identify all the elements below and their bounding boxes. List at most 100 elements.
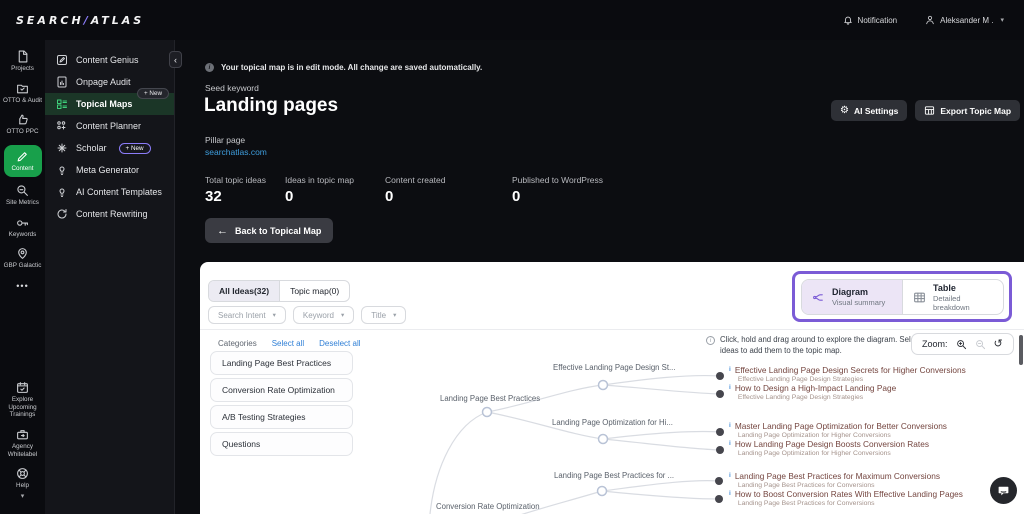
stats-row: Total topic ideas 32 Ideas in topic map … (205, 175, 603, 205)
categories-label: Categories (218, 339, 257, 348)
category-pill[interactable]: Conversion Rate Optimization (210, 378, 353, 402)
idea-item[interactable]: i Effective Landing Page Design Secrets … (729, 365, 966, 383)
help-lifebuoy-icon (16, 467, 29, 480)
left-arrow-icon: ← (217, 225, 228, 237)
stat-total-topic-ideas: Total topic ideas 32 (205, 175, 285, 205)
grid-icon (56, 98, 68, 110)
map-pin-icon (16, 247, 29, 260)
document-chart-icon (56, 76, 68, 88)
user-name: Aleksander M . (940, 16, 993, 25)
sidebar-item-content-rewriting[interactable]: Content Rewriting (45, 203, 174, 225)
info-icon: i (729, 440, 731, 457)
zoom-controls: Zoom: ↺ (911, 333, 1014, 355)
key-icon (16, 216, 29, 229)
tab-all-ideas[interactable]: All Ideas(32) (209, 281, 280, 301)
user-menu[interactable]: Aleksander M . ▾ (925, 15, 1004, 25)
sidebar-item-content-planner[interactable]: Content Planner (45, 115, 174, 137)
pillar-page-link[interactable]: searchatlas.com (205, 147, 267, 157)
zoom-in-button[interactable] (956, 339, 967, 350)
search-intent-filter[interactable]: Search Intent ▾ (208, 306, 286, 324)
keyword-filter[interactable]: Keyword ▾ (293, 306, 354, 324)
sparkle-icon (56, 142, 68, 154)
caret-down-icon: ▾ (393, 311, 396, 319)
pencil-icon (16, 150, 29, 163)
calendar-icon (16, 381, 29, 394)
searchatlas-logo[interactable]: SEARCH/ATLAS (16, 14, 144, 27)
icon-rail: Projects OTTO & Audit OTTO PPC Content S… (0, 40, 45, 514)
sidebar-item-scholar[interactable]: Scholar + New (45, 137, 174, 159)
node-label[interactable]: Effective Landing Page Design St... (553, 363, 676, 372)
export-table-icon (924, 105, 935, 116)
node-label[interactable]: Conversion Rate Optimization (436, 502, 540, 511)
chat-bubble-icon (997, 484, 1010, 497)
stat-published-wordpress: Published to WordPress 0 (512, 175, 603, 205)
zoom-reset-button[interactable]: ↺ (994, 339, 1003, 350)
idea-item[interactable]: i How to Boost Conversion Rates With Eff… (729, 489, 963, 507)
rail-item-otto-audit[interactable]: OTTO & Audit (2, 82, 44, 105)
deselect-all-link[interactable]: Deselect all (319, 339, 360, 348)
top-bar: SEARCH/ATLAS Notification Aleksander M .… (0, 0, 1024, 40)
node-label[interactable]: Landing Page Best Practices for ... (554, 471, 674, 480)
sidebar-item-topical-maps[interactable]: Topical Maps + New (45, 93, 174, 115)
diagram-view-button[interactable]: Diagram Visual summary (802, 280, 902, 314)
idea-item[interactable]: i How to Design a High-Impact Landing Pa… (729, 383, 896, 401)
tab-topic-map[interactable]: Topic map(0) (280, 281, 349, 301)
ai-settings-button[interactable]: ⚙ AI Settings (831, 100, 907, 121)
logo-slash-icon: / (84, 14, 91, 27)
logo-text-atlas: ATLAS (91, 14, 144, 27)
ideas-panel: All Ideas(32) Topic map(0) Search Intent… (200, 262, 1024, 514)
diagram-instruction: i Click, hold and drag around to explore… (706, 335, 940, 356)
sidebar-item-ai-content-templates[interactable]: AI Content Templates (45, 181, 174, 203)
back-to-topical-map-button[interactable]: ← Back to Topical Map (205, 218, 333, 243)
pillar-page-label: Pillar page (205, 135, 245, 145)
category-pill[interactable]: Landing Page Best Practices (210, 351, 353, 375)
seed-keyword-label: Seed keyword (205, 83, 259, 93)
diagram-tree-icon (812, 291, 825, 304)
rail-item-help[interactable]: Help ▾ (2, 467, 44, 501)
rail-item-site-metrics[interactable]: Site Metrics (2, 184, 44, 207)
category-pill[interactable]: A/B Testing Strategies (210, 405, 353, 429)
vertical-scrollbar[interactable] (1019, 335, 1023, 365)
node-label[interactable]: Landing Page Best Practices (440, 394, 540, 403)
sidebar-item-meta-generator[interactable]: Meta Generator (45, 159, 174, 181)
rail-item-keywords[interactable]: Keywords (2, 216, 44, 239)
notice-text: Your topical map is in edit mode. All ch… (221, 63, 482, 72)
app-window: SEARCH/ATLAS Notification Aleksander M .… (0, 0, 1024, 514)
zoom-out-button[interactable] (975, 339, 986, 350)
new-badge: + New (119, 143, 151, 154)
idea-item[interactable]: i Landing Page Best Practices for Maximu… (729, 471, 940, 489)
lightbulb-icon (56, 164, 68, 176)
grid-plus-icon (56, 120, 68, 132)
table-view-button[interactable]: Table Detailed breakdown (902, 280, 1003, 314)
idea-item[interactable]: i Master Landing Page Optimization for B… (729, 421, 947, 439)
rail-item-content[interactable]: Content (4, 145, 42, 178)
rail-item-gbp-galactic[interactable]: GBP Galactic (2, 247, 44, 270)
gear-icon: ⚙ (840, 105, 849, 116)
logo-text-search: SEARCH (16, 14, 84, 27)
caret-down-icon: ▾ (1000, 16, 1004, 24)
sidebar-item-content-genius[interactable]: Content Genius (45, 49, 174, 71)
notification-button[interactable]: Notification (843, 15, 898, 25)
filters-row: Search Intent ▾ Keyword ▾ Title ▾ (208, 306, 406, 324)
page-title: Landing pages (204, 95, 338, 117)
rail-item-trainings[interactable]: Explore Upcoming Trainings (2, 381, 44, 419)
info-icon: i (729, 366, 731, 383)
sidebar-collapse-button[interactable]: ‹ (169, 51, 182, 68)
select-all-link[interactable]: Select all (272, 339, 304, 348)
category-pill[interactable]: Questions (210, 432, 353, 456)
node-label[interactable]: Landing Page Optimization for Hi... (552, 418, 673, 427)
info-icon: i (205, 63, 214, 72)
stat-ideas-in-topic-map: Ideas in topic map 0 (285, 175, 385, 205)
bell-icon (843, 15, 853, 25)
thumbs-up-icon (16, 113, 29, 126)
title-filter[interactable]: Title ▾ (361, 306, 406, 324)
rail-item-projects[interactable]: Projects (2, 50, 44, 73)
export-topic-map-button[interactable]: Export Topic Map (915, 100, 1020, 121)
rail-item-agency-whitelabel[interactable]: Agency Whitelabel (2, 428, 44, 458)
rail-item-otto-ppc[interactable]: OTTO PPC (2, 113, 44, 136)
idea-item[interactable]: i How Landing Page Design Boosts Convers… (729, 439, 929, 457)
rail-more-button[interactable]: ••• (16, 281, 28, 291)
document-icon (16, 50, 29, 63)
lightbulb-icon (56, 186, 68, 198)
chat-launcher-button[interactable] (990, 477, 1017, 504)
